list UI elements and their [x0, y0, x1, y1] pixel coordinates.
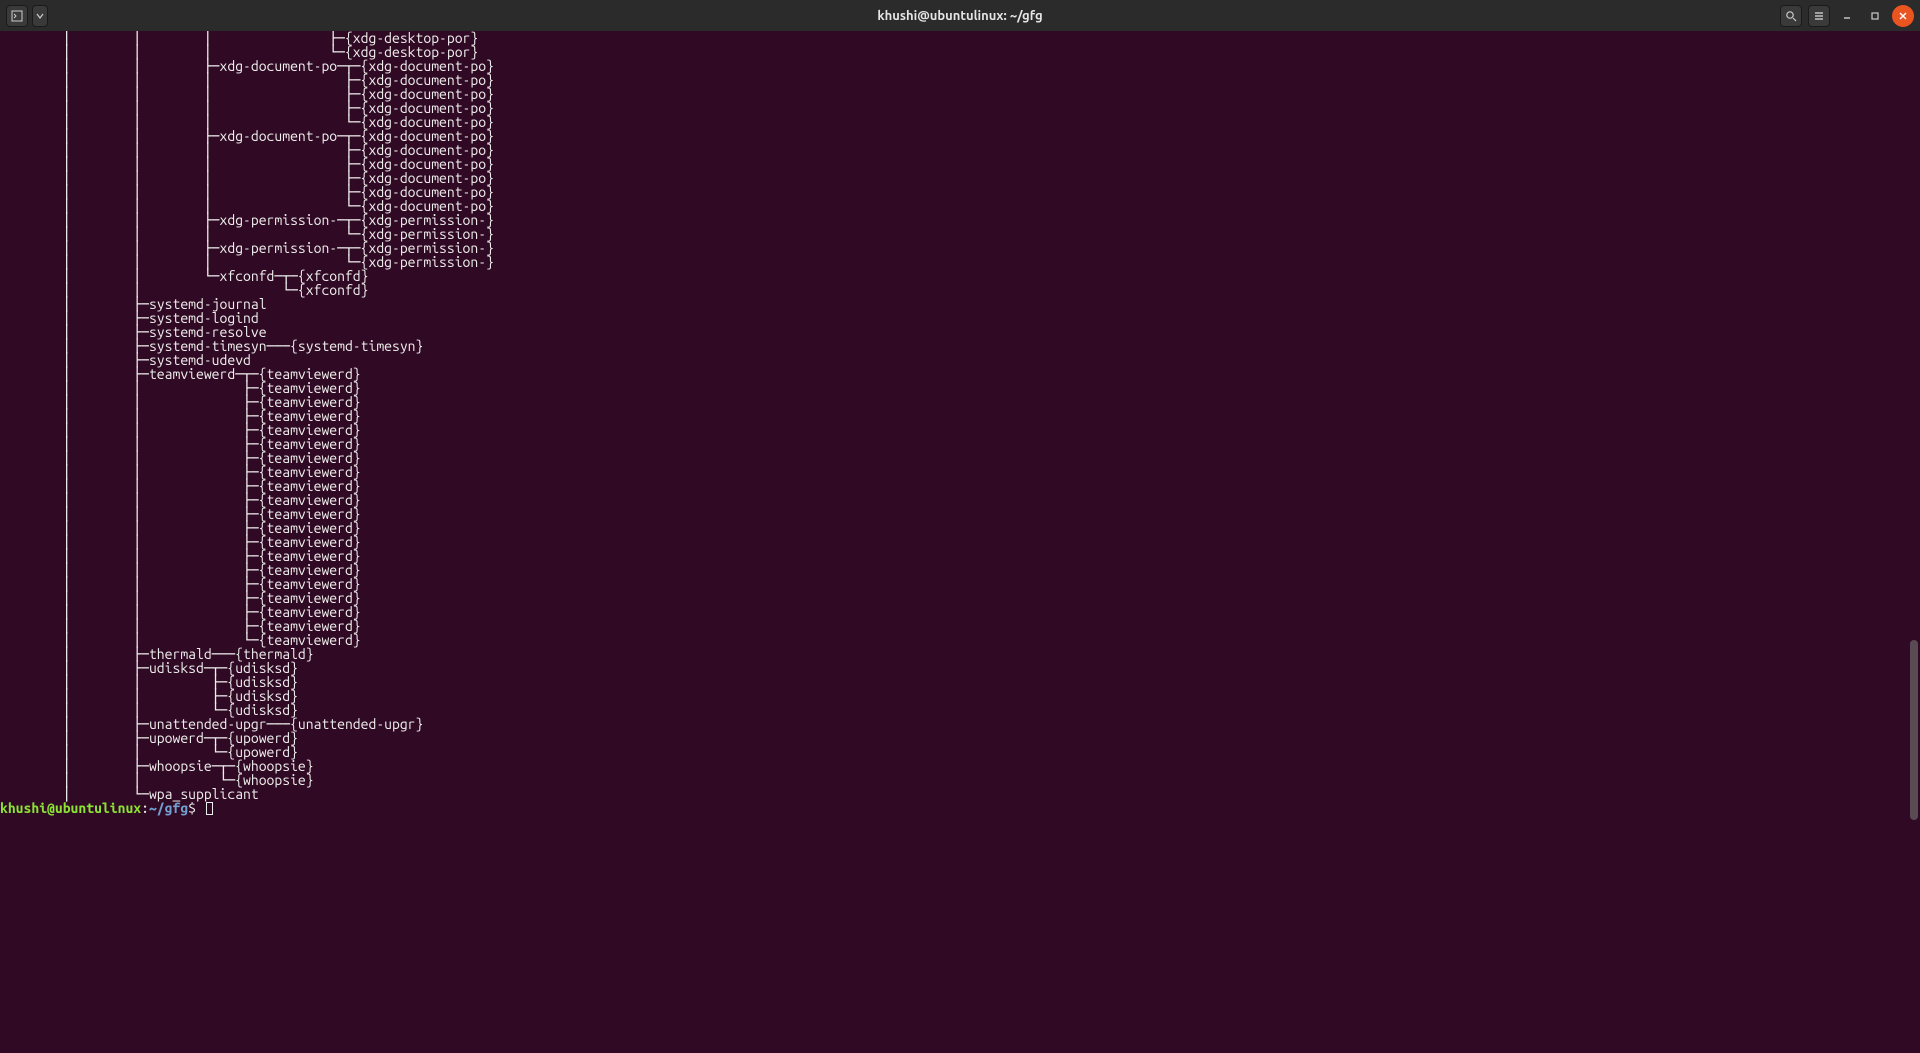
minimize-icon — [1842, 11, 1852, 21]
maximize-button[interactable] — [1864, 5, 1886, 27]
titlebar: khushi@ubuntulinux: ~/gfg — [0, 0, 1920, 31]
hamburger-icon — [1813, 10, 1825, 22]
titlebar-right-controls — [1780, 5, 1914, 27]
scrollbar-thumb[interactable] — [1910, 640, 1918, 820]
terminal-icon — [11, 10, 23, 22]
maximize-icon — [1870, 11, 1880, 21]
new-tab-button[interactable] — [6, 5, 28, 27]
close-button[interactable] — [1892, 5, 1914, 27]
cursor — [206, 802, 213, 815]
menu-button[interactable] — [1808, 5, 1830, 27]
titlebar-left-controls — [6, 5, 48, 27]
search-button[interactable] — [1780, 5, 1802, 27]
new-tab-dropdown[interactable] — [32, 5, 48, 27]
chevron-down-icon — [36, 12, 44, 20]
close-icon — [1898, 11, 1908, 21]
minimize-button[interactable] — [1836, 5, 1858, 27]
search-icon — [1785, 10, 1797, 22]
window-title: khushi@ubuntulinux: ~/gfg — [0, 9, 1920, 23]
terminal-output[interactable]: │ │ │ ├─{xdg-desktop-por} │ │ │ └─{xdg-d… — [0, 31, 1920, 815]
